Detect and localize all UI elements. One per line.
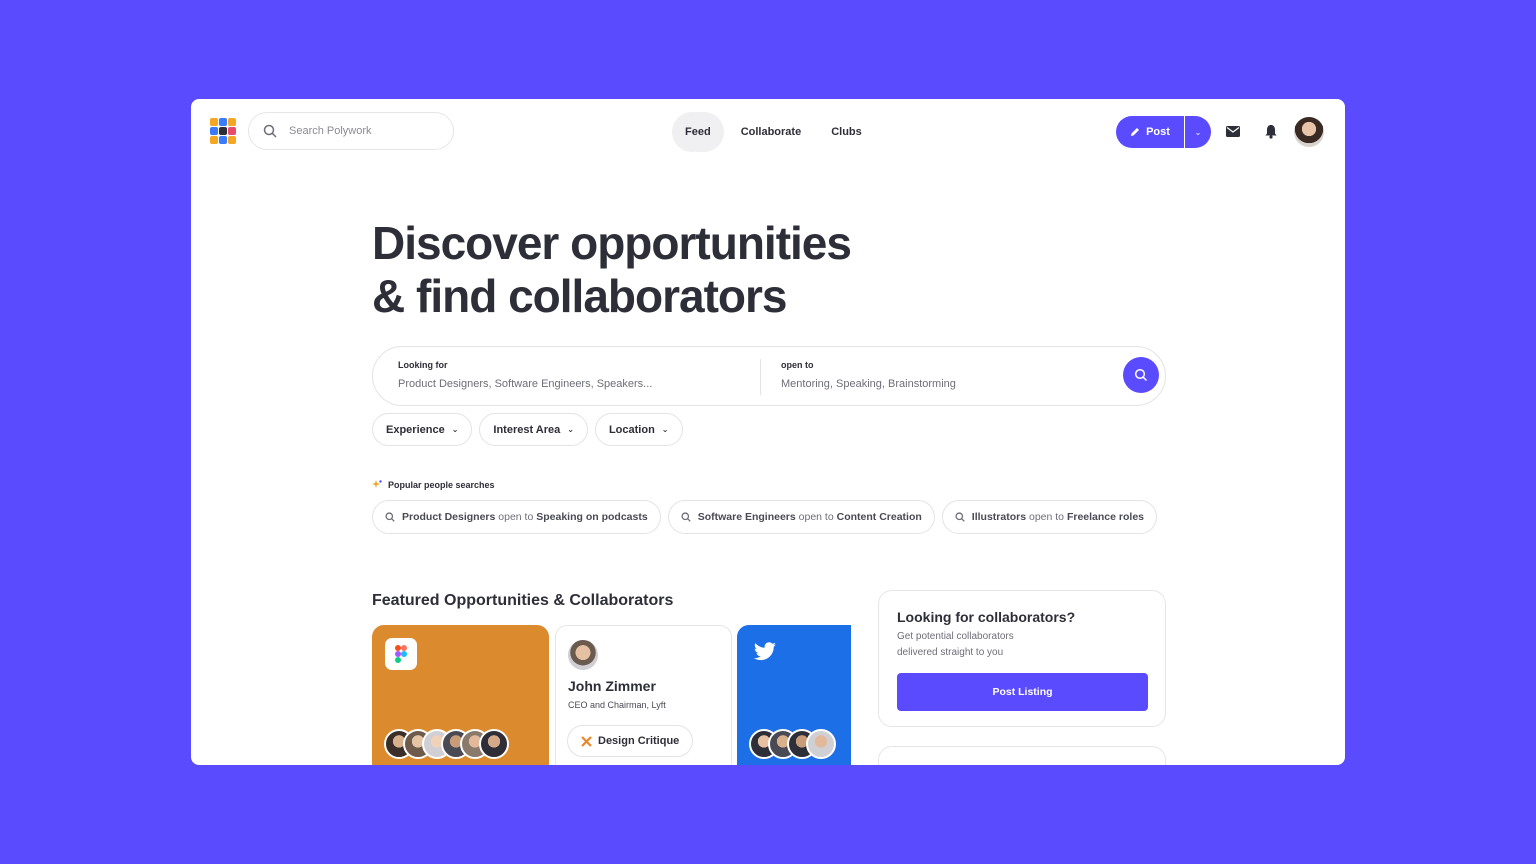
looking-for-field[interactable]: Looking for Product Designers, Software … — [398, 360, 652, 390]
bell-icon — [1265, 124, 1277, 139]
notifications-button[interactable] — [1262, 122, 1280, 140]
post-button-group: Post ⌄ — [1116, 116, 1211, 148]
pencil-icon — [1131, 128, 1140, 136]
search-placeholder: Search Polywork — [289, 125, 372, 137]
post-listing-title: Looking for collaborators? — [897, 609, 1076, 625]
hero-title-line1: Discover opportunities — [372, 217, 852, 269]
opportunity-card-twitter[interactable] — [737, 625, 851, 765]
post-listing-subtitle: Get potential collaborators delivered st… — [897, 631, 1014, 658]
messages-button[interactable] — [1224, 122, 1242, 140]
search-input[interactable]: Search Polywork — [248, 112, 454, 150]
person-tag[interactable]: Design Critique — [567, 725, 694, 757]
app-window: Search Polywork Feed Collaborate Clubs P… — [191, 99, 1345, 765]
collaborator-card[interactable]: John Zimmer CEO and Chairman, Lyft Desig… — [555, 625, 732, 765]
chevron-down-icon: ⌄ — [1194, 127, 1202, 137]
collaborator-avatars — [749, 729, 836, 759]
filter-bar: Experience ⌄ Interest Area ⌄ Location ⌄ — [372, 413, 683, 446]
chevron-down-icon: ⌄ — [661, 425, 669, 434]
opportunity-card-figma[interactable] — [372, 625, 549, 765]
search-submit-button[interactable] — [1123, 357, 1159, 393]
filter-label: Interest Area — [493, 423, 561, 436]
avatar — [568, 640, 598, 670]
search-icon — [263, 124, 277, 138]
popular-search-pill[interactable]: Software Engineers open to Content Creat… — [667, 500, 935, 534]
filter-location[interactable]: Location ⌄ — [594, 413, 683, 446]
post-listing-button[interactable]: Post Listing — [897, 673, 1148, 711]
tag-label: Design Critique — [598, 735, 680, 747]
mail-icon — [1226, 125, 1240, 137]
nav-feed[interactable]: Feed — [672, 112, 724, 152]
search-icon — [385, 512, 395, 522]
post-listing-card: Looking for collaborators? Get potential… — [878, 590, 1166, 727]
twitter-icon — [754, 642, 776, 661]
looking-for-value: Product Designers, Software Engineers, S… — [398, 378, 653, 390]
open-to-label: open to — [781, 360, 814, 370]
popular-searches-list: Product Designers open to Speaking on po… — [372, 500, 1166, 536]
pill-text: Product Designers open to Speaking on po… — [402, 511, 648, 523]
person-name: John Zimmer — [568, 678, 656, 694]
filter-label: Location — [608, 423, 655, 436]
person-role: CEO and Chairman, Lyft — [568, 700, 666, 710]
open-to-value: Mentoring, Speaking, Brainstorming — [781, 378, 956, 390]
open-to-field[interactable]: open to Mentoring, Speaking, Brainstormi… — [781, 360, 956, 390]
nav-collaborate[interactable]: Collaborate — [728, 112, 815, 152]
avatar — [479, 729, 509, 759]
sparkle-icon — [372, 480, 382, 488]
post-dropdown-button[interactable]: ⌄ — [1185, 116, 1211, 148]
popular-searches-label: Popular people searches — [388, 480, 495, 490]
pill-text: Illustrators open to Freelance roles — [971, 511, 1144, 523]
popular-search-pill[interactable]: Illustrators open to Freelance roles — [941, 500, 1157, 534]
search-divider — [760, 359, 761, 395]
collaborator-avatars — [384, 729, 509, 759]
chevron-down-icon: ⌄ — [567, 425, 574, 434]
popular-searches-heading: Popular people searches — [372, 480, 495, 490]
chevron-down-icon: ⌄ — [451, 425, 459, 434]
pill-text: Software Engineers open to Content Creat… — [697, 511, 922, 523]
filter-label: Experience — [386, 423, 445, 436]
looking-for-label: Looking for — [398, 360, 448, 370]
post-button[interactable]: Post — [1116, 116, 1184, 148]
featured-heading: Featured Opportunities & Collaborators — [372, 592, 674, 609]
user-avatar[interactable] — [1294, 117, 1324, 147]
nav-clubs[interactable]: Clubs — [818, 112, 875, 152]
secondary-sidebar-card — [878, 746, 1166, 765]
opportunity-search: Looking for Product Designers, Software … — [372, 346, 1166, 406]
filter-interest-area[interactable]: Interest Area ⌄ — [479, 413, 588, 446]
search-icon — [955, 512, 965, 522]
polywork-logo[interactable] — [210, 118, 236, 144]
hero-title: Discover opportunities & find collaborat… — [372, 217, 852, 323]
search-icon — [1134, 368, 1148, 382]
filter-experience[interactable]: Experience ⌄ — [372, 413, 473, 446]
popular-search-pill[interactable]: Product Designers open to Speaking on po… — [372, 500, 661, 534]
figma-logo-icon — [385, 638, 417, 670]
avatar — [806, 729, 836, 759]
hero-title-line2: & find collaborators — [372, 270, 787, 322]
main-nav: Feed Collaborate Clubs — [672, 112, 875, 152]
post-label: Post — [1146, 126, 1170, 138]
search-icon — [681, 512, 691, 522]
cross-tools-icon — [581, 735, 592, 747]
